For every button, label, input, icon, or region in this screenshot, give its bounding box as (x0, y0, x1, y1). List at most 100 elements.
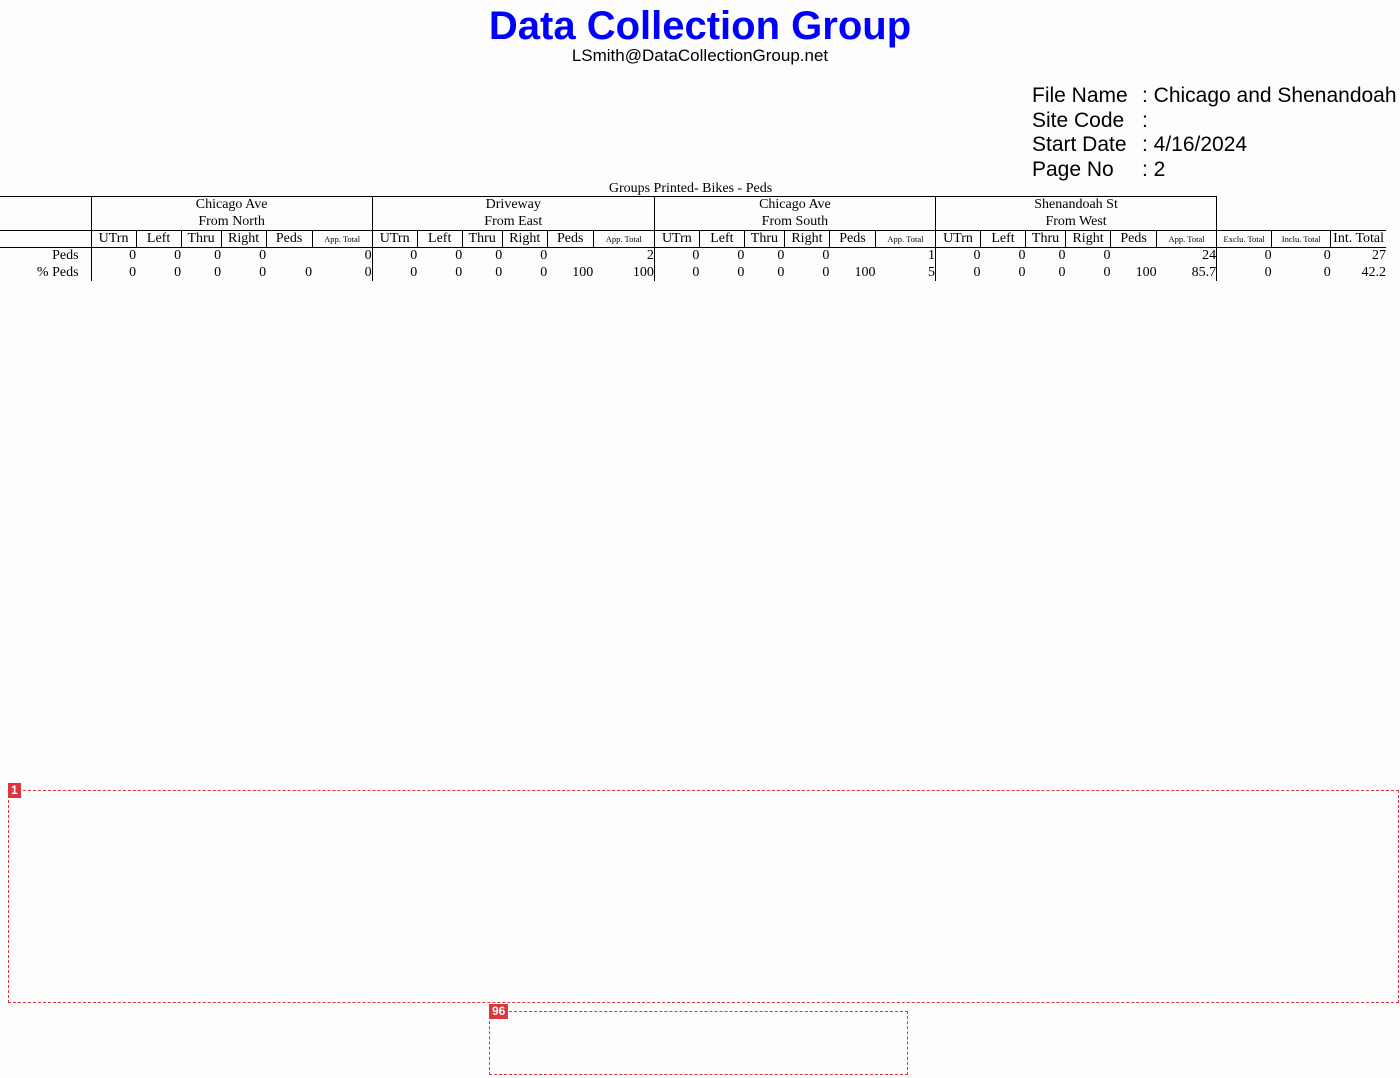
cell: 100 (854, 264, 876, 280)
cell: 0 (1018, 248, 1026, 263)
cell: 0 (364, 264, 372, 280)
approach-direction: From South (761, 213, 829, 229)
cell: 0 (90, 264, 137, 281)
cell: 0 (1216, 247, 1272, 265)
annotation-box-1 (8, 790, 1399, 1003)
start-date-row: Start Date : 4/16/2024 (1032, 133, 1397, 158)
col-thru: Thru (743, 230, 785, 248)
col-utrn: UTrn (653, 230, 700, 248)
cell: 5 (927, 264, 935, 280)
groups-printed: Groups Printed- Bikes - Peds (608, 181, 773, 196)
cell: 0 (540, 248, 548, 263)
approach-name: Chicago Ave (759, 197, 831, 212)
col-exclu-total: Exclu. Total (1216, 230, 1272, 248)
cell: 100 (1135, 264, 1157, 280)
site-code-row: Site Code : (1032, 109, 1397, 134)
cell (266, 248, 312, 265)
approach-name: Chicago Ave (195, 197, 268, 212)
cell: 0 (822, 248, 830, 263)
col-app-total: App. Total (592, 230, 655, 248)
col-peds: Peds (546, 230, 594, 248)
cell: 0 (737, 248, 745, 263)
cell: 100 (572, 264, 594, 280)
col-utrn: UTrn (934, 230, 981, 248)
col-left: Left (979, 230, 1026, 248)
page-title: Data Collection Group (488, 4, 912, 48)
col-right: Right (501, 230, 548, 248)
annotation-tag-1: 1 (8, 783, 21, 798)
cell: 0 (1323, 248, 1331, 263)
cell: 0 (371, 264, 418, 281)
cell: 27 (1372, 248, 1386, 263)
cell: 0 (737, 264, 745, 280)
table-row: % Peds 0 0 0 0 0 0 0 0 0 0 100 100 0 0 0… (0, 264, 1386, 281)
cell: 0 (1323, 264, 1331, 280)
site-code-label: Site Code (1032, 108, 1125, 132)
row-label: % Peds (36, 264, 79, 280)
cell: 0 (455, 264, 463, 280)
page-no-label: Page No (1032, 157, 1114, 181)
cell: 0 (1103, 264, 1111, 280)
col-right: Right (220, 230, 267, 248)
file-name-label: File Name (1032, 84, 1128, 107)
col-left: Left (416, 230, 463, 248)
cell: 0 (1058, 248, 1066, 263)
col-thru: Thru (1025, 230, 1066, 248)
col-int-total: Int. Total (1330, 230, 1386, 248)
row-label: Peds (52, 248, 79, 263)
cell: 0 (495, 264, 503, 280)
col-right: Right (783, 230, 830, 248)
col-right: Right (1065, 230, 1111, 248)
file-info: File Name : Chicago and Shenandoah Site … (1032, 84, 1397, 182)
approach-header-row: Chicago Ave From North Driveway From Eas… (0, 196, 1386, 231)
cell: 0 (214, 248, 222, 263)
cell: 0 (1018, 264, 1026, 280)
cell: 85.7 (1191, 264, 1217, 280)
col-left: Left (135, 230, 182, 248)
cell: 0 (777, 248, 785, 263)
cell: 0 (174, 264, 182, 280)
cell: 0 (777, 264, 785, 280)
approach-direction: From East (484, 213, 543, 229)
col-utrn: UTrn (90, 230, 137, 248)
col-peds: Peds (265, 230, 313, 248)
approach-name: Driveway (485, 197, 541, 212)
cell: 0 (259, 248, 267, 263)
col-thru: Thru (461, 230, 503, 248)
cell: 0 (822, 264, 830, 280)
annotation-tag-96: 96 (489, 1004, 509, 1019)
col-thru: Thru (180, 230, 222, 248)
cell: 0 (495, 248, 503, 263)
approach-header-west: Shenandoah St From West (934, 196, 1217, 231)
cell (547, 248, 593, 265)
cell: 1 (927, 248, 935, 263)
approach-header-east: Driveway From East (371, 196, 655, 231)
cell: 0 (305, 264, 313, 280)
col-app-total: App. Total (1156, 230, 1217, 248)
cell: 0 (90, 247, 137, 265)
cell: 0 (1216, 264, 1272, 281)
annotation-box-96 (489, 1011, 908, 1075)
cell: 0 (371, 247, 418, 265)
approach-direction: From West (1045, 213, 1107, 229)
file-name-row: File Name : Chicago and Shenandoah (1032, 84, 1397, 109)
table-row: Peds 0 0 0 0 0 0 0 0 0 2 0 0 0 0 1 0 0 0… (0, 247, 1386, 265)
page-no-row: Page No : 2 (1032, 158, 1397, 183)
start-date-label: Start Date (1032, 133, 1127, 156)
file-name-value: : Chicago and Shenandoah (1142, 84, 1397, 107)
approach-name: Shenandoah St (1034, 197, 1118, 212)
cell (1111, 248, 1157, 265)
cell: 0 (214, 264, 222, 280)
cell: 0 (934, 264, 981, 281)
contact-email: LSmith@DataCollectionGroup.net (571, 46, 829, 65)
cell: 0 (174, 248, 182, 263)
cell: 0 (653, 264, 700, 281)
col-utrn: UTrn (371, 230, 418, 248)
approach-header-south: Chicago Ave From South (653, 196, 936, 231)
cell: 2 (646, 248, 654, 263)
site-code-value: : (1142, 108, 1148, 132)
col-peds: Peds (828, 230, 876, 248)
col-left: Left (698, 230, 745, 248)
cell: 0 (653, 247, 700, 265)
cell: 0 (364, 248, 372, 263)
